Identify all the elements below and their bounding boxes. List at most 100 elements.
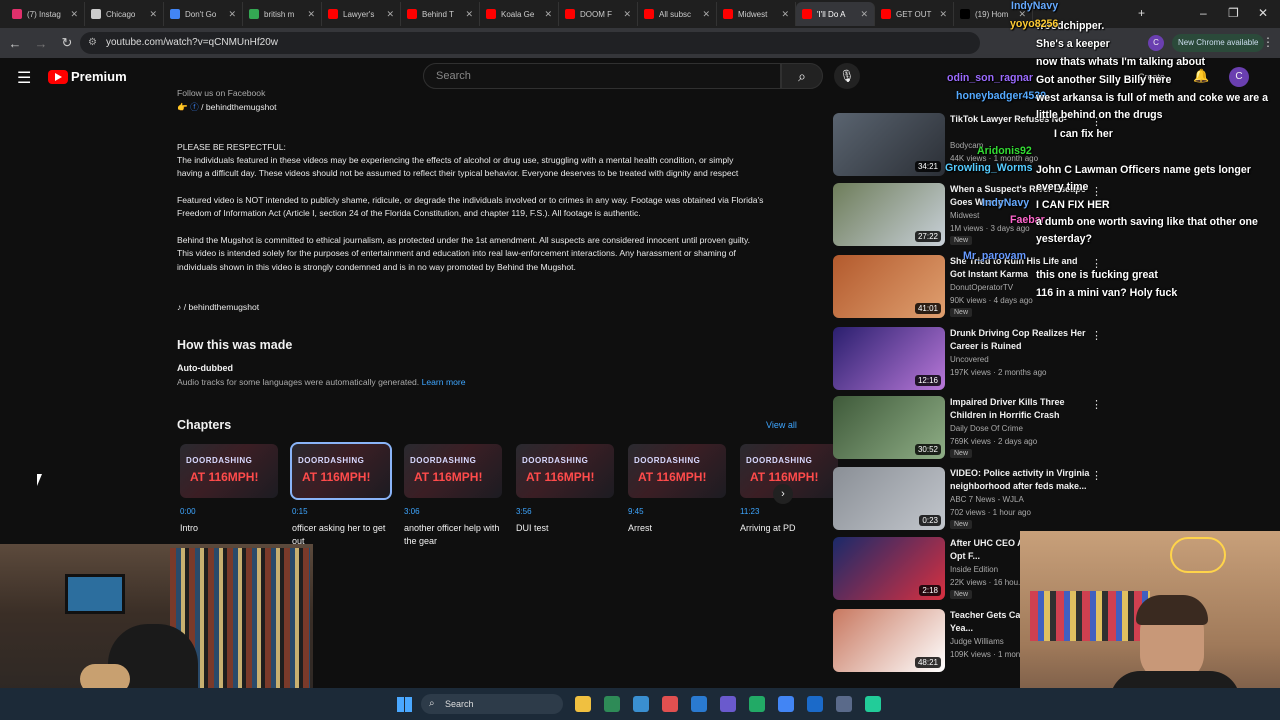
taskbar-app-icon[interactable] — [691, 696, 707, 712]
related-channel[interactable]: DonutOperatorTV — [950, 283, 1013, 292]
related-thumbnail[interactable]: 27:22 — [833, 183, 945, 246]
how-made-heading: How this was made — [177, 338, 293, 352]
microphone-icon[interactable]: 🎙 — [834, 63, 860, 89]
tab-close-icon[interactable]: ✕ — [541, 9, 552, 20]
chapter-item[interactable]: DOORDASHING AT 116MPH! 3:56 DUI test — [516, 444, 614, 535]
related-meta: 90K views · 4 days ago — [950, 296, 1033, 305]
taskbar-app-icon[interactable] — [749, 696, 765, 712]
btm-line-3: individuals shown in this video is stron… — [177, 262, 576, 272]
browser-tab[interactable]: Koala Ge ✕ — [480, 2, 559, 26]
chapter-item[interactable]: DOORDASHING AT 116MPH! 9:45 Arrest — [628, 444, 726, 535]
browser-tab[interactable]: (7) Instag ✕ — [6, 2, 85, 26]
related-title[interactable]: Impaired Driver Kills Three Children in … — [950, 396, 1090, 422]
tab-close-icon[interactable]: ✕ — [304, 9, 315, 20]
facebook-heading-partial: Follow us on Facebook — [177, 88, 266, 98]
related-channel[interactable]: Daily Dose Of Crime — [950, 424, 1023, 433]
more-actions-icon[interactable]: ⋮ — [1091, 398, 1102, 411]
browser-tab[interactable]: All subsc ✕ — [638, 2, 717, 26]
browser-tab[interactable]: Chicago ✕ — [85, 2, 164, 26]
tab-close-icon[interactable]: ✕ — [857, 9, 868, 20]
learn-more-link[interactable]: Learn more — [422, 377, 466, 387]
browser-tab[interactable]: DOOM F ✕ — [559, 2, 638, 26]
more-actions-icon[interactable]: ⋮ — [1091, 329, 1102, 342]
browser-tab[interactable]: british m ✕ — [243, 2, 322, 26]
search-icon[interactable]: ⌕ — [781, 63, 823, 89]
tab-close-icon[interactable]: ✕ — [146, 9, 157, 20]
chapter-timestamp[interactable]: 0:00 — [180, 507, 278, 516]
chapter-thumbnail: DOORDASHING AT 116MPH! — [404, 444, 502, 498]
related-title[interactable]: Drunk Driving Cop Realizes Her Career is… — [950, 327, 1090, 353]
taskbar-app-icon[interactable] — [836, 696, 852, 712]
related-channel[interactable]: Midwest — [950, 211, 979, 220]
browser-tab[interactable]: Don't Go ✕ — [164, 2, 243, 26]
chapter-item[interactable]: DOORDASHING AT 116MPH! 3:06 another officer… — [404, 444, 502, 548]
tab-close-icon[interactable]: ✕ — [699, 9, 710, 20]
taskbar-app-icon[interactable] — [807, 696, 823, 712]
taskbar-app-icon[interactable] — [633, 696, 649, 712]
taskbar-app-icon[interactable] — [720, 696, 736, 712]
url-field[interactable]: ⚙ youtube.com/watch?v=qCNMUnHf20w — [80, 32, 980, 54]
view-all-chapters-button[interactable]: View all — [766, 420, 797, 430]
related-channel[interactable]: Judge Williams — [950, 637, 1004, 646]
respect-heading: PLEASE BE RESPECTFUL: — [177, 142, 286, 152]
related-video[interactable]: 12:16 Drunk Driving Cop Realizes Her Care… — [833, 327, 1123, 391]
tab-favicon-icon — [407, 9, 417, 19]
chat-username: honeybadger4539 — [956, 90, 1047, 102]
tab-close-icon[interactable]: ✕ — [383, 9, 394, 20]
related-title[interactable]: VIDEO: Police activity in Virginia neigh… — [950, 467, 1090, 493]
related-thumbnail[interactable]: 0:23 — [833, 467, 945, 530]
related-video[interactable]: 30:52 Impaired Driver Kills Three Childre… — [833, 396, 1123, 460]
windows-start-icon[interactable] — [397, 697, 412, 712]
thumb-text-top: DOORDASHING — [410, 456, 477, 465]
browser-tab[interactable]: Lawyer's ✕ — [322, 2, 401, 26]
related-video[interactable]: 0:23 VIDEO: Police activity in Virginia n… — [833, 467, 1123, 531]
site-info-icon[interactable]: ⚙ — [88, 32, 97, 54]
taskbar-app-icon[interactable] — [604, 696, 620, 712]
related-thumbnail[interactable]: 48:21 — [833, 609, 945, 672]
related-channel[interactable]: Uncovered — [950, 355, 989, 364]
chapter-item[interactable]: DOORDASHING AT 116MPH! 0:15 officer asking … — [290, 442, 392, 548]
taskbar-app-icon[interactable] — [778, 696, 794, 712]
chapter-timestamp[interactable]: 3:06 — [404, 507, 502, 516]
forward-icon[interactable]: → — [30, 36, 52, 51]
browser-tab[interactable]: GET OUT ✕ — [875, 2, 954, 26]
search-input[interactable]: Search — [423, 63, 781, 89]
browser-tab[interactable]: 'I'll Do A ✕ — [796, 2, 875, 26]
tab-close-icon[interactable]: ✕ — [225, 9, 236, 20]
youtube-logo[interactable]: Premium — [48, 69, 127, 84]
chapter-item[interactable]: DOORDASHING AT 116MPH! 0:00 Intro — [180, 444, 278, 535]
taskbar-app-icon[interactable] — [575, 696, 591, 712]
duration-badge: 27:22 — [914, 231, 941, 242]
more-actions-icon[interactable]: ⋮ — [1091, 469, 1102, 482]
related-thumbnail[interactable]: 41:01 — [833, 255, 945, 318]
tab-close-icon[interactable]: ✕ — [67, 9, 78, 20]
related-thumbnail[interactable]: 2:18 — [833, 537, 945, 600]
related-thumbnail[interactable]: 30:52 — [833, 396, 945, 459]
related-channel[interactable]: Inside Edition — [950, 565, 998, 574]
browser-tab[interactable]: Behind T ✕ — [401, 2, 480, 26]
facebook-link[interactable]: 👉 ⓕ / behindthemugshot — [177, 101, 277, 114]
chapter-title: Intro — [180, 523, 199, 533]
back-icon[interactable]: ← — [4, 36, 26, 51]
hamburger-menu-icon[interactable]: ☰ — [17, 68, 31, 88]
chapters-next-icon[interactable]: › — [773, 484, 793, 504]
tiktok-link[interactable]: ♪ / behindthemugshot — [177, 301, 259, 314]
browser-tab[interactable]: Midwest ✕ — [717, 2, 796, 26]
tab-close-icon[interactable]: ✕ — [936, 9, 947, 20]
tab-label: DOOM F — [580, 9, 612, 19]
reload-icon[interactable]: ↻ — [56, 35, 78, 51]
taskbar-app-icon[interactable] — [865, 696, 881, 712]
related-channel[interactable]: ABC 7 News - WJLA — [950, 495, 1024, 504]
tab-label: Chicago — [106, 9, 136, 19]
tab-close-icon[interactable]: ✕ — [462, 9, 473, 20]
chapter-timestamp[interactable]: 3:56 — [516, 507, 614, 516]
tab-close-icon[interactable]: ✕ — [620, 9, 631, 20]
tab-close-icon[interactable]: ✕ — [778, 9, 789, 20]
related-thumbnail[interactable]: 34:21 — [833, 113, 945, 176]
taskbar-app-icon[interactable] — [662, 696, 678, 712]
chapter-timestamp[interactable]: 0:15 — [292, 507, 390, 516]
chapter-timestamp[interactable]: 9:45 — [628, 507, 726, 516]
taskbar-search[interactable]: ⌕ Search — [421, 694, 563, 714]
chapter-timestamp[interactable]: 11:23 — [740, 507, 838, 516]
related-thumbnail[interactable]: 12:16 — [833, 327, 945, 390]
